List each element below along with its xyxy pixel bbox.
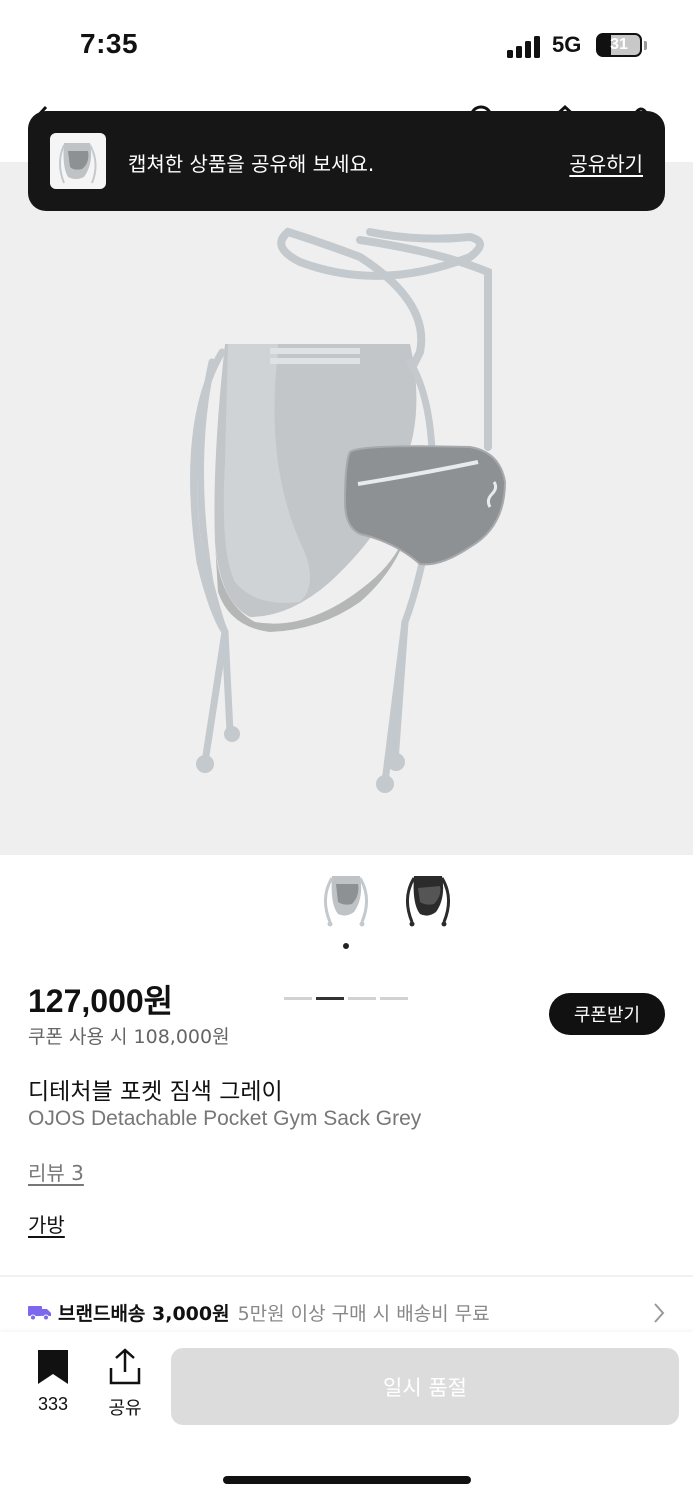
product-image[interactable]	[0, 162, 693, 1000]
toast-share-link[interactable]: 공유하기	[569, 148, 643, 177]
signal-icon	[507, 36, 540, 58]
share-toast: 캡쳐한 상품을 공유해 보세요. 공유하기	[28, 111, 665, 211]
shipping-condition: 5만원 이상 구매 시 배송비 무료	[237, 1302, 490, 1325]
divider	[0, 1275, 693, 1277]
coupon-price: 쿠폰 사용 시 108,000원	[28, 1026, 230, 1048]
battery-icon: 31	[596, 33, 642, 57]
bookmark-button[interactable]: 333	[30, 1348, 76, 1415]
product-name-en: OJOS Detachable Pocket Gym Sack Grey	[28, 1107, 422, 1130]
battery-cap	[644, 41, 647, 50]
pager-dot	[284, 997, 312, 1000]
bottom-action-bar: 333 공유 일시 품절	[0, 1332, 693, 1500]
pager-dot	[380, 997, 408, 1000]
share-button[interactable]: 공유	[102, 1348, 148, 1420]
product-thumb-icon	[59, 143, 97, 184]
pager-dot	[348, 997, 376, 1000]
thumbnail-strip	[0, 864, 693, 954]
soldout-button[interactable]: 일시 품절	[171, 1348, 679, 1425]
truck-icon	[28, 1306, 51, 1321]
category-link[interactable]: 가방	[28, 1209, 65, 1238]
thumbnail-black[interactable]	[398, 868, 458, 932]
product-name-ko: 디테처블 포켓 짐색 그레이	[28, 1079, 283, 1105]
thumbnail-selected-dot	[343, 943, 349, 949]
shipping-label: 브랜드배송 3,000원	[58, 1302, 230, 1325]
gym-sack-illustration	[190, 227, 507, 793]
shipping-info[interactable]: 브랜드배송 3,000원 5만원 이상 구매 시 배송비 무료	[28, 1297, 668, 1327]
battery-level: 31	[610, 36, 628, 53]
bookmark-icon	[38, 1350, 68, 1384]
network-type: 5G	[552, 32, 582, 57]
share-icon	[109, 1348, 141, 1385]
status-bar: 7:35 5G 31	[0, 0, 693, 92]
product-price: 127,000원	[28, 983, 174, 1019]
share-label: 공유	[108, 1398, 142, 1419]
coupon-button[interactable]: 쿠폰받기	[549, 993, 665, 1035]
toast-message: 캡쳐한 상품을 공유해 보세요.	[128, 152, 375, 176]
review-link[interactable]: 리뷰 3	[28, 1157, 84, 1186]
thumbnail-grey[interactable]	[316, 868, 376, 932]
image-pager	[284, 997, 408, 1000]
status-time: 7:35	[80, 28, 139, 59]
pager-dot-active	[316, 997, 344, 1000]
toast-thumbnail	[50, 133, 106, 189]
chevron-right-icon	[654, 1303, 665, 1323]
home-indicator	[223, 1476, 471, 1484]
bookmark-count: 333	[37, 1394, 69, 1414]
